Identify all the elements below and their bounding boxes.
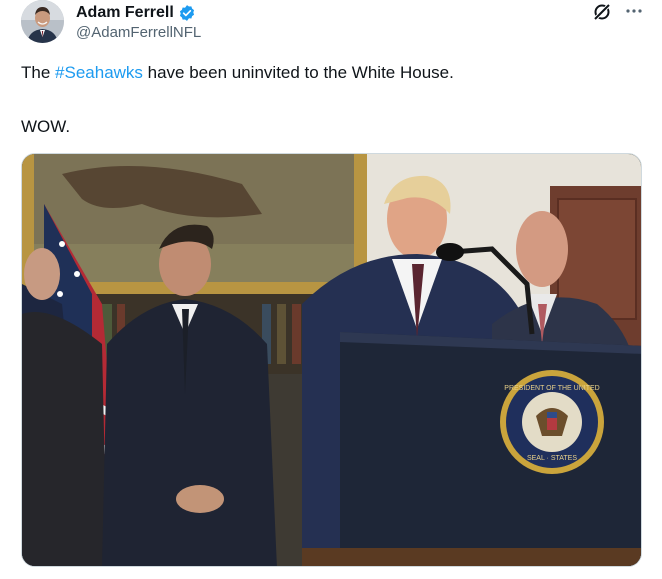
tweet-text-line-1: The #Seahawks have been uninvited to the… (21, 63, 454, 83)
more-icon[interactable] (624, 4, 644, 18)
author-display-name[interactable]: Adam Ferrell (76, 4, 174, 22)
seal-text-top: PRESIDENT OF THE UNITED (504, 385, 599, 392)
hashtag-link[interactable]: #Seahawks (55, 63, 143, 82)
photo-scene: PRESIDENT OF THE UNITED SEAL · STATES (22, 154, 641, 566)
grok-icon[interactable] (592, 2, 612, 22)
avatar[interactable] (21, 0, 64, 43)
verified-badge-icon (178, 4, 196, 22)
author-handle[interactable]: @AdamFerrellNFL (76, 24, 201, 41)
tweet: Adam Ferrell @AdamFerrellNFL The #Seahaw… (0, 0, 662, 579)
tweet-text-after-hashtag: have been uninvited to the White House. (142, 63, 454, 82)
tweet-text-line-2: WOW. (21, 117, 71, 136)
tweet-text-before-hashtag: The (21, 63, 56, 82)
tweet-photo[interactable]: PRESIDENT OF THE UNITED SEAL · STATES (21, 153, 642, 567)
seal-text-bottom: SEAL · STATES (527, 455, 577, 462)
author-name-row[interactable]: Adam Ferrell (76, 3, 196, 23)
